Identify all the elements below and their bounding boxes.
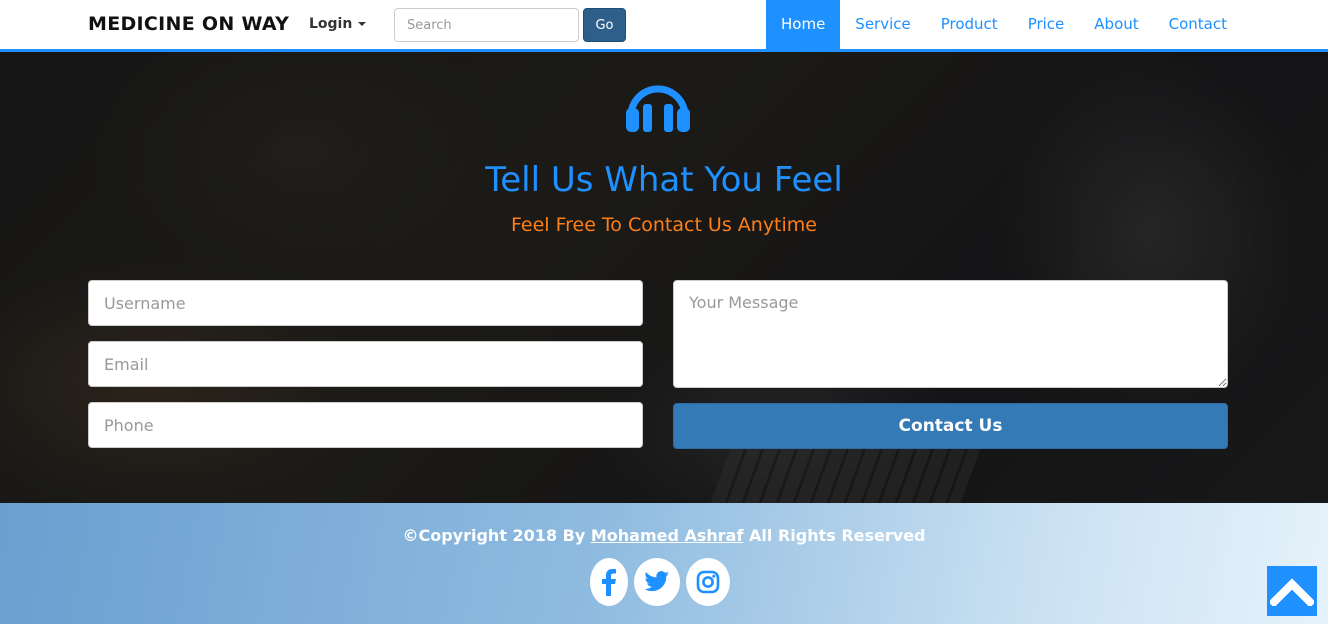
- contact-hero-section: Tell Us What You Feel Feel Free To Conta…: [0, 52, 1328, 503]
- nav-links: Home Service Product Price About Contact: [766, 0, 1242, 49]
- author-link[interactable]: Mohamed Ashraf: [591, 526, 744, 545]
- hero-title: Tell Us What You Feel: [485, 160, 843, 200]
- brand-logo[interactable]: MEDICINE ON WAY: [88, 13, 289, 35]
- phone-input[interactable]: [88, 402, 643, 448]
- nav-link-about[interactable]: About: [1079, 0, 1153, 49]
- twitter-icon[interactable]: [634, 558, 680, 606]
- login-label: Login: [309, 16, 353, 32]
- nav-link-service[interactable]: Service: [840, 0, 925, 49]
- headset-icon: [626, 85, 690, 132]
- email-input[interactable]: [88, 341, 643, 387]
- copyright-text: ©Copyright 2018 By Mohamed Ashraf All Ri…: [0, 526, 1328, 545]
- scroll-to-top-button[interactable]: [1267, 566, 1317, 616]
- footer: ©Copyright 2018 By Mohamed Ashraf All Ri…: [0, 503, 1328, 624]
- nav-link-product[interactable]: Product: [926, 0, 1013, 49]
- hero-subtitle: Feel Free To Contact Us Anytime: [510, 214, 817, 236]
- login-dropdown[interactable]: Login: [309, 16, 367, 32]
- nav-link-home[interactable]: Home: [766, 0, 841, 49]
- facebook-icon[interactable]: [590, 558, 628, 606]
- caret-down-icon: [358, 22, 367, 26]
- message-textarea[interactable]: [673, 280, 1228, 388]
- nav-link-price[interactable]: Price: [1013, 0, 1080, 49]
- username-input[interactable]: [88, 280, 643, 326]
- nav-link-contact[interactable]: Contact: [1154, 0, 1242, 49]
- search-go-button[interactable]: Go: [583, 8, 626, 42]
- instagram-icon[interactable]: [686, 558, 730, 606]
- copyright-suffix: All Rights Reserved: [749, 526, 926, 545]
- chevron-up-icon: [1270, 578, 1314, 606]
- copyright-prefix: ©Copyright 2018 By: [402, 526, 586, 545]
- contact-us-button[interactable]: Contact Us: [673, 403, 1228, 449]
- navbar: MEDICINE ON WAY Login Go Home Service Pr…: [0, 0, 1328, 52]
- search-input[interactable]: [394, 8, 579, 42]
- social-links: [590, 558, 730, 606]
